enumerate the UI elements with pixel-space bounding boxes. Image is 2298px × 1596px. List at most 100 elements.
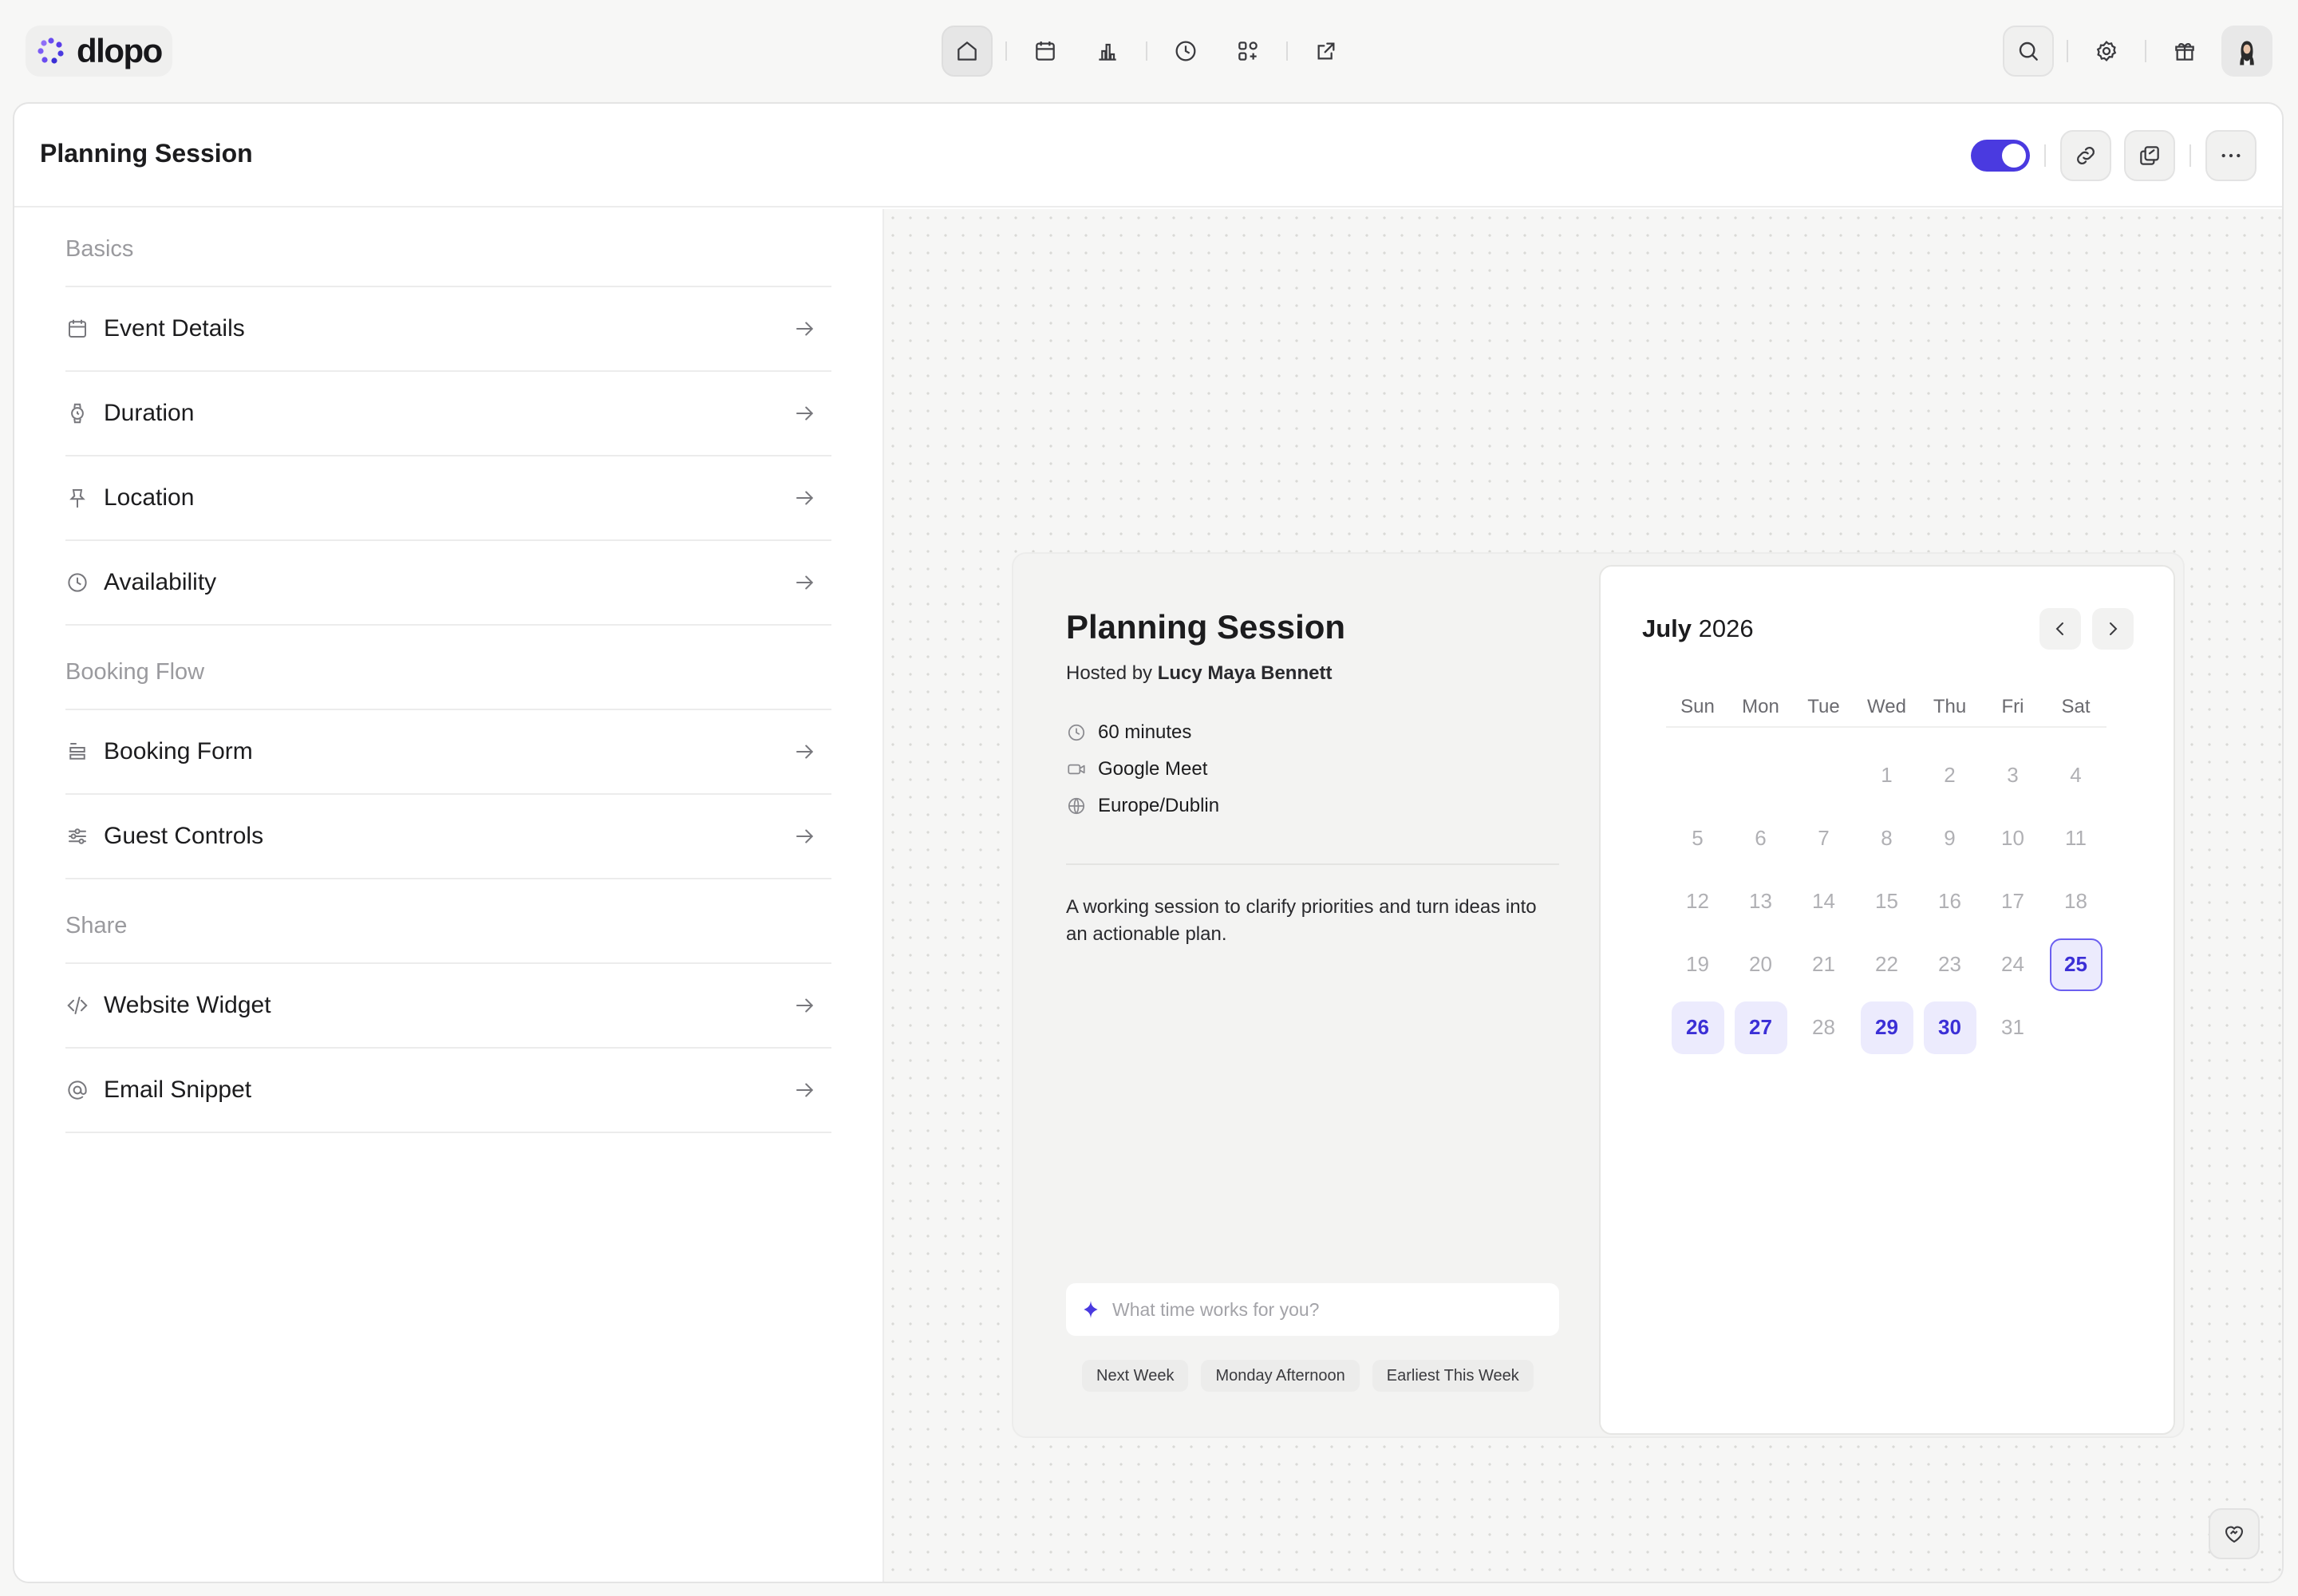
sidebar-item-duration[interactable]: Duration	[65, 370, 831, 455]
page-header: Planning Session	[14, 104, 2282, 207]
gift-icon	[2175, 43, 2194, 61]
chip-earliest-this-week[interactable]: Earliest This Week	[1372, 1360, 1534, 1392]
sidebar-item-label: Availability	[104, 569, 217, 595]
top-right-tools	[2003, 26, 2272, 77]
search-button[interactable]	[2003, 26, 2054, 77]
tool-divider	[2145, 40, 2146, 62]
host-name: Lucy Maya Bennett	[1157, 662, 1333, 684]
calendar-day-number: 25	[2049, 938, 2103, 991]
calendar-day: 23	[1918, 933, 1981, 996]
calendar-day: 11	[2044, 807, 2107, 870]
calendar-day: 18	[2044, 870, 2107, 933]
gear-icon	[2096, 41, 2117, 61]
booking-preview: Planning Session Hosted by Lucy Maya Ben…	[1012, 552, 2185, 1438]
event-location: Google Meet	[1066, 758, 1207, 780]
logo[interactable]: dlopo	[26, 26, 172, 77]
bar-chart-icon	[1099, 43, 1116, 61]
more-options-button[interactable]	[2205, 130, 2257, 181]
sidebar-item-location[interactable]: Location	[65, 455, 831, 539]
calendar-day: 22	[1855, 933, 1918, 996]
calendar-day-available[interactable]: 25	[2044, 933, 2107, 996]
ai-time-input[interactable]	[1112, 1298, 1527, 1321]
settings-sidebar: Basics Event Details Duration Location A…	[14, 209, 882, 1582]
calendar-day: 21	[1792, 933, 1855, 996]
avatar[interactable]	[2221, 26, 2272, 77]
weekday-header: Sun Mon Tue Wed Thu Fri Sat	[1666, 686, 2106, 728]
nav-divider	[1005, 41, 1007, 61]
previous-month-button[interactable]	[2039, 608, 2081, 650]
weekday-label: Tue	[1807, 696, 1840, 717]
calendar-day-number: 2	[1944, 763, 1956, 787]
calendar-day-number: 1	[1881, 763, 1893, 787]
calendar-day-number: 26	[1671, 1001, 1724, 1054]
nav-open-page-button[interactable]	[1301, 26, 1352, 77]
calendar-day-number: 27	[1734, 1001, 1787, 1054]
calendar-day: 15	[1855, 870, 1918, 933]
weekday-label: Fri	[2001, 696, 2024, 717]
clock-icon	[1175, 41, 1196, 61]
calendar-day-available[interactable]: 30	[1918, 996, 1981, 1059]
settings-button[interactable]	[2081, 26, 2132, 77]
duration-text: 60 minutes	[1098, 721, 1192, 743]
section-divider	[65, 878, 831, 879]
calendar-day-number: 11	[2065, 826, 2087, 850]
calendar-day-available[interactable]: 29	[1855, 996, 1918, 1059]
calendar-day-number: 30	[1923, 1001, 1976, 1054]
sidebar-item-availability[interactable]: Availability	[65, 539, 831, 624]
calendar-day-number: 24	[2001, 952, 2024, 976]
enable-toggle[interactable]	[1971, 140, 2030, 172]
nav-analytics-button[interactable]	[1082, 26, 1133, 77]
top-bar: dlopo	[0, 0, 2298, 102]
arrow-right-icon	[796, 491, 814, 505]
calendar-day-number: 5	[1692, 826, 1704, 850]
link-icon	[2077, 147, 2095, 164]
chip-monday-afternoon[interactable]: Monday Afternoon	[1201, 1360, 1360, 1392]
nav-history-button[interactable]	[1160, 26, 1211, 77]
sidebar-item-booking-form[interactable]: Booking Form	[65, 709, 831, 793]
sidebar-item-label: Duration	[104, 400, 195, 426]
header-divider	[2189, 144, 2191, 167]
nav-apps-button[interactable]	[1222, 26, 1273, 77]
calendar-icon	[69, 319, 86, 338]
code-icon	[67, 997, 88, 1014]
chevron-right-icon	[2110, 622, 2118, 635]
calendar-day-number: 13	[1749, 889, 1772, 913]
nav-calendar-button[interactable]	[1020, 26, 1071, 77]
arrow-right-icon	[796, 998, 814, 1013]
support-button[interactable]	[2209, 1508, 2260, 1559]
sidebar-item-event-details[interactable]: Event Details	[65, 286, 831, 370]
calendar-day: 14	[1792, 870, 1855, 933]
calendar-day: 17	[1981, 870, 2044, 933]
sidebar-item-label: Booking Form	[104, 738, 253, 764]
calendar-day-number: 3	[2007, 763, 2019, 787]
arrow-right-icon	[796, 1083, 814, 1097]
calendar-day-number: 20	[1749, 952, 1772, 976]
event-timezone: Europe/Dublin	[1066, 795, 1219, 817]
suggestion-chips: Next Week Monday Afternoon Earliest This…	[1082, 1360, 1534, 1392]
ai-time-search[interactable]	[1066, 1283, 1559, 1336]
sliders-icon	[69, 828, 86, 844]
calendar-day: 20	[1729, 933, 1792, 996]
sidebar-item-guest-controls[interactable]: Guest Controls	[65, 793, 831, 878]
sidebar-item-email-snippet[interactable]: Email Snippet	[65, 1047, 831, 1132]
arrow-right-icon	[796, 406, 814, 421]
calendar-day-available[interactable]: 26	[1666, 996, 1729, 1059]
duplicate-button[interactable]	[2124, 130, 2175, 181]
calendar-day-available[interactable]: 27	[1729, 996, 1792, 1059]
sidebar-item-label: Location	[104, 484, 195, 511]
duplicate-icon	[2140, 146, 2159, 165]
arrow-right-icon	[796, 322, 814, 336]
calendar-empty-cell	[1666, 744, 1729, 807]
next-month-button[interactable]	[2092, 608, 2134, 650]
gift-button[interactable]	[2159, 26, 2210, 77]
tool-divider	[2067, 40, 2068, 62]
chip-next-week[interactable]: Next Week	[1082, 1360, 1189, 1392]
calendar-day-number: 7	[1818, 826, 1830, 850]
details-divider	[1066, 863, 1559, 865]
copy-link-button[interactable]	[2060, 130, 2111, 181]
calendar-day-number: 22	[1875, 952, 1898, 976]
home-icon	[958, 41, 977, 61]
nav-home-button[interactable]	[942, 26, 993, 77]
sidebar-item-website-widget[interactable]: Website Widget	[65, 962, 831, 1047]
clock-icon	[68, 573, 87, 592]
